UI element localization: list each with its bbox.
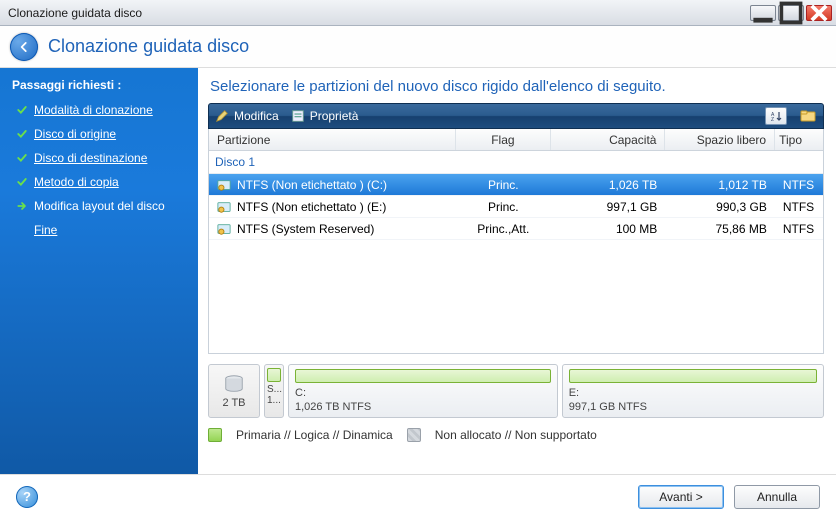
legend: Primaria // Logica // Dinamica Non alloc… (208, 428, 824, 442)
seg-line2: 1... (267, 395, 281, 406)
disk-icon (223, 373, 245, 395)
check-icon (16, 152, 28, 164)
legend-swatch-primary (208, 428, 222, 442)
toolbar-edit-label: Modifica (234, 109, 279, 123)
col-flag[interactable]: Flag (456, 129, 551, 150)
partition-icon (217, 178, 231, 192)
table-header-row: Partizione Flag Capacità Spazio libero T… (209, 129, 823, 151)
cell-capacity: 997,1 GB (607, 200, 658, 214)
check-icon (16, 176, 28, 188)
banner-title: Clonazione guidata disco (48, 36, 249, 57)
cell-free: 1,012 TB (718, 178, 766, 192)
disk-segment-reserved[interactable]: S... 1... (264, 364, 284, 418)
next-button-label: Avanti > (659, 490, 702, 504)
col-partition[interactable]: Partizione (209, 129, 456, 150)
sidebar-item-label: Modalità di clonazione (34, 101, 153, 119)
legend-swatch-unallocated (407, 428, 421, 442)
sidebar-item-label: Disco di origine (34, 125, 116, 143)
cell-partition: NTFS (Non etichettato ) (E:) (237, 200, 386, 214)
partition-table: Partizione Flag Capacità Spazio libero T… (208, 129, 824, 354)
sidebar-item-finish[interactable]: Fine (0, 218, 198, 242)
toolbar-edit[interactable]: Modifica (215, 109, 279, 123)
sort-icon: AZ (770, 110, 782, 122)
table-row[interactable]: NTFS (System Reserved) Princ.,Att. 100 M… (209, 218, 823, 240)
cell-flag: Princ.,Att. (477, 222, 529, 236)
sidebar-item-label: Disco di destinazione (34, 149, 147, 167)
check-icon (16, 104, 28, 116)
cell-free: 990,3 GB (716, 200, 767, 214)
seg-line1: S... (267, 384, 281, 395)
seg-desc: 1,026 TB NTFS (295, 401, 551, 413)
partition-icon (217, 222, 231, 236)
sidebar-item-label: Modifica layout del disco (34, 197, 165, 215)
next-button[interactable]: Avanti > (638, 485, 724, 509)
arrow-right-icon (16, 200, 28, 212)
legend-unallocated-label: Non allocato // Non supportato (435, 428, 597, 442)
disk-segment-e[interactable]: E: 997,1 GB NTFS (562, 364, 824, 418)
disk-label[interactable]: 2 TB (208, 364, 260, 418)
sidebar-header: Passaggi richiesti : (0, 74, 198, 98)
sidebar-item-source-disk[interactable]: Disco di origine (0, 122, 198, 146)
sidebar-item-clone-mode[interactable]: Modalità di clonazione (0, 98, 198, 122)
cell-type: NTFS (783, 222, 814, 236)
table-row[interactable]: NTFS (Non etichettato ) (C:) Princ. 1,02… (209, 174, 823, 196)
check-icon (16, 128, 28, 140)
disk-map: 2 TB S... 1... C: 1,026 TB NTFS E: 997,1… (208, 364, 824, 418)
titlebar: Clonazione guidata disco (0, 0, 836, 26)
footer: ? Avanti > Annulla (0, 474, 836, 518)
toolbar-properties-label: Proprietà (310, 109, 359, 123)
cell-partition: NTFS (Non etichettato ) (C:) (237, 178, 387, 192)
table-group[interactable]: Disco 1 (209, 151, 823, 174)
maximize-button[interactable] (778, 5, 804, 21)
window-title: Clonazione guidata disco (8, 6, 748, 20)
legend-primary-label: Primaria // Logica // Dinamica (236, 428, 393, 442)
toolbar-properties[interactable]: Proprietà (291, 109, 359, 123)
cell-type: NTFS (783, 178, 814, 192)
sidebar-item-copy-method[interactable]: Metodo di copia (0, 170, 198, 194)
sidebar-item-label: Fine (34, 221, 57, 239)
body: Passaggi richiesti : Modalità di clonazi… (0, 68, 836, 474)
col-type[interactable]: Tipo (775, 129, 823, 150)
cancel-button-label: Annulla (757, 490, 797, 504)
partition-icon (217, 200, 231, 214)
banner: Clonazione guidata disco (0, 26, 836, 68)
cell-free: 75,86 MB (715, 222, 766, 236)
help-button[interactable]: ? (16, 486, 38, 508)
close-button[interactable] (806, 5, 832, 21)
main-title: Selezionare le partizioni del nuovo disc… (210, 78, 824, 95)
back-button[interactable] (10, 33, 38, 61)
cell-type: NTFS (783, 200, 814, 214)
cell-partition: NTFS (System Reserved) (237, 222, 374, 236)
sidebar-item-modify-layout[interactable]: Modifica layout del disco (0, 194, 198, 218)
svg-text:Z: Z (771, 117, 774, 122)
col-capacity[interactable]: Capacità (551, 129, 665, 150)
disk-size-label: 2 TB (222, 397, 245, 409)
main: Selezionare le partizioni del nuovo disc… (198, 68, 836, 474)
cell-capacity: 100 MB (616, 222, 657, 236)
col-free[interactable]: Spazio libero (665, 129, 775, 150)
seg-letter: E: (569, 387, 817, 399)
toolbar-view-button[interactable] (799, 107, 817, 125)
seg-desc: 997,1 GB NTFS (569, 401, 817, 413)
cell-flag: Princ. (488, 178, 519, 192)
sidebar-item-dest-disk[interactable]: Disco di destinazione (0, 146, 198, 170)
table-row[interactable]: NTFS (Non etichettato ) (E:) Princ. 997,… (209, 196, 823, 218)
folder-icon (800, 108, 816, 124)
cell-capacity: 1,026 TB (609, 178, 657, 192)
properties-icon (291, 109, 305, 123)
sidebar-item-label: Metodo di copia (34, 173, 119, 191)
cancel-button[interactable]: Annulla (734, 485, 820, 509)
cell-flag: Princ. (488, 200, 519, 214)
minimize-button[interactable] (750, 5, 776, 21)
toolbar: Modifica Proprietà AZ (208, 103, 824, 129)
help-icon: ? (23, 489, 31, 504)
sidebar: Passaggi richiesti : Modalità di clonazi… (0, 68, 198, 474)
pencil-icon (215, 109, 229, 123)
window: Clonazione guidata disco Clonazione guid… (0, 0, 836, 518)
seg-letter: C: (295, 387, 551, 399)
disk-segment-c[interactable]: C: 1,026 TB NTFS (288, 364, 558, 418)
toolbar-sort-button[interactable]: AZ (765, 107, 787, 125)
